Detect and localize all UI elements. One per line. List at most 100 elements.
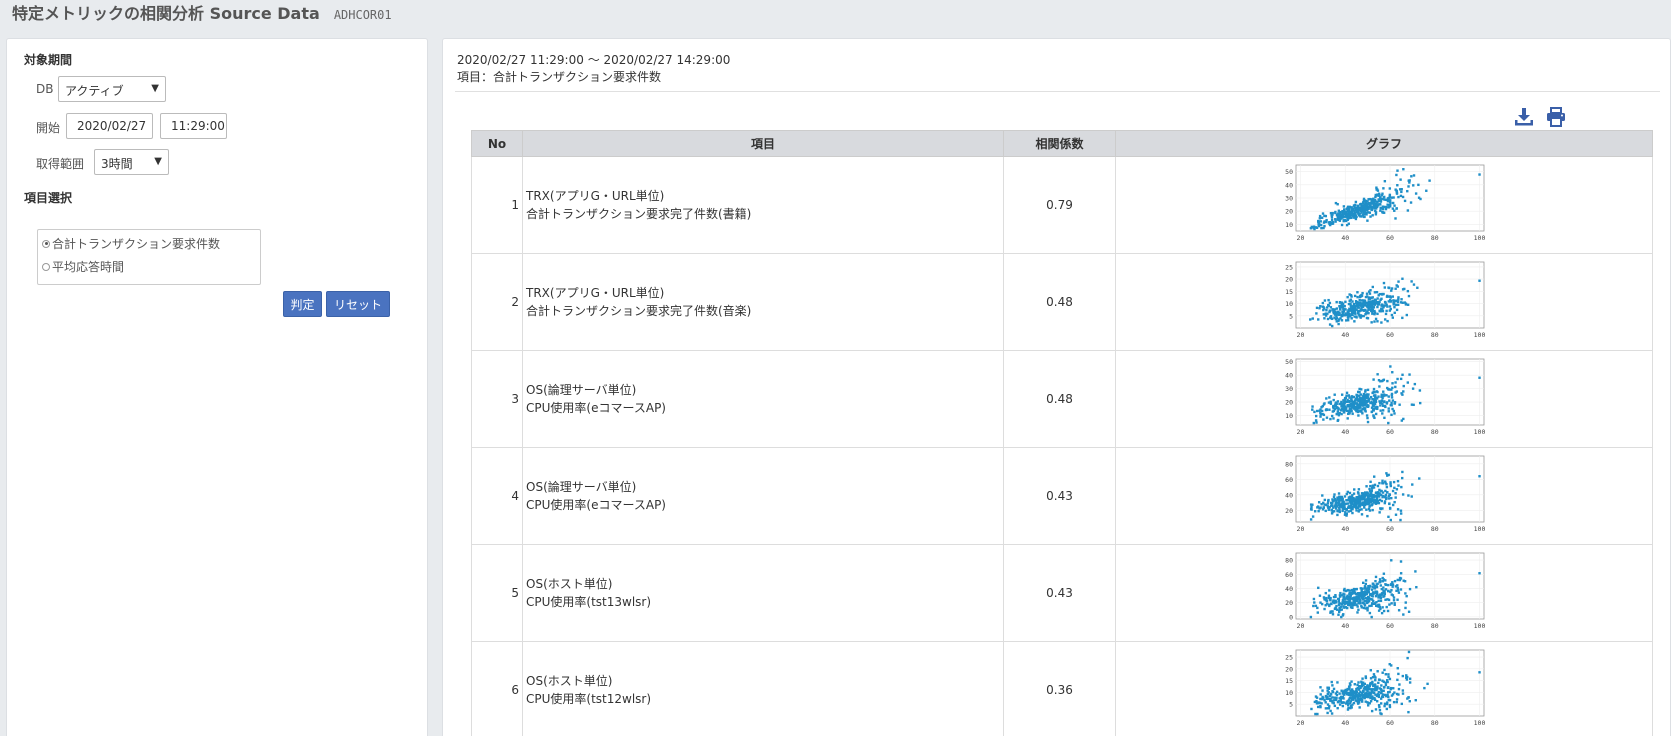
filter-panel: 対象期間 DB アクティブ ▼ 開始 2020/02/27 11:29:00 取… [6, 38, 428, 736]
scatter-point [1378, 580, 1381, 584]
scatter-point [1478, 279, 1481, 282]
scatter-point [1380, 587, 1383, 591]
scatter-point [1399, 588, 1403, 591]
scatter-point [1352, 492, 1356, 495]
print-icon[interactable] [1546, 107, 1566, 127]
scatter-point [1377, 379, 1381, 382]
row-graph[interactable]: 80 60 40 20 0 20 40 60 80 100 [1115, 544, 1653, 642]
scatter-point [1333, 312, 1336, 315]
scatter-point [1327, 506, 1330, 509]
scatter-point [1317, 509, 1320, 513]
scatter-point [1334, 220, 1337, 223]
row-graph[interactable]: 50 40 30 20 10 20 40 60 80 100 [1115, 350, 1653, 448]
row-graph[interactable]: 50 40 30 20 10 20 40 60 80 100 [1115, 156, 1653, 254]
scatter-point [1348, 686, 1351, 689]
scatter-point [1364, 579, 1368, 582]
scatter-point [1395, 700, 1398, 704]
scatter-point [1339, 697, 1342, 701]
scatter-point [1362, 504, 1366, 507]
scatter-point [1381, 576, 1384, 580]
scatter-point [1359, 309, 1362, 312]
scatter-point [1327, 707, 1331, 710]
scatter-point [1361, 689, 1365, 693]
row-item-category: OS(論理サーバ単位) [526, 480, 637, 494]
row-graph[interactable]: 25 20 15 10 5 20 40 60 80 100 [1115, 641, 1653, 736]
scatter-point [1322, 418, 1325, 421]
scatter-point [1394, 513, 1398, 516]
scatter-point [1322, 313, 1325, 316]
scatter-point [1341, 302, 1344, 305]
scatter-point [1331, 613, 1335, 616]
radio-unchecked-icon [42, 262, 50, 271]
x-tick-label: 80 [1431, 525, 1439, 533]
row-coefficient: 0.48 [1003, 253, 1116, 351]
scatter-chart: 50 40 30 20 10 20 40 60 80 100 [1285, 164, 1485, 242]
scatter-point [1397, 609, 1401, 612]
scatter-point [1319, 693, 1322, 696]
scatter-point [1417, 183, 1420, 187]
range-select[interactable]: 3時間 ▼ [94, 149, 169, 175]
scatter-point [1344, 215, 1347, 218]
scatter-point [1389, 365, 1392, 368]
start-date-input[interactable]: 2020/02/27 [66, 113, 153, 139]
judge-button[interactable]: 判定 [283, 291, 322, 317]
scatter-point [1396, 303, 1400, 307]
download-icon[interactable] [1514, 107, 1534, 127]
scatter-point [1374, 579, 1377, 583]
scatter-point [1393, 412, 1396, 415]
scatter-point [1412, 174, 1416, 177]
scatter-point [1414, 192, 1418, 195]
scatter-point [1350, 697, 1354, 700]
reset-button[interactable]: リセット [326, 291, 390, 317]
radio-option-avg-response[interactable]: 平均応答時間 [42, 258, 124, 275]
scatter-point [1387, 515, 1390, 519]
scatter-point [1329, 709, 1332, 713]
scatter-point [1337, 497, 1341, 501]
table-row: 6 OS(ホスト単位) CPU使用率(tst12wlsr) 0.36 25 20 15 10 5… [471, 641, 1653, 736]
scatter-point [1354, 505, 1357, 508]
scatter-point [1374, 412, 1378, 416]
scatter-point [1385, 605, 1388, 609]
scatter-point [1407, 710, 1410, 714]
scatter-point [1336, 681, 1339, 684]
scatter-point [1380, 684, 1383, 687]
scatter-point [1363, 604, 1367, 607]
scatter-point [1345, 223, 1349, 227]
scatter-point [1360, 409, 1363, 412]
scatter-point [1337, 597, 1341, 601]
scatter-point [1388, 298, 1392, 302]
row-graph[interactable]: 80 60 40 20 20 40 60 80 100 [1115, 447, 1653, 545]
scatter-point [1309, 518, 1313, 521]
scatter-point [1334, 210, 1337, 214]
scatter-point [1360, 314, 1363, 318]
scatter-point [1331, 498, 1334, 501]
row-item: TRX(アプリG・URL単位) 合計トランザクション要求完了件数(音楽) [522, 253, 1004, 351]
scatter-point [1383, 594, 1386, 598]
scatter-point [1314, 419, 1318, 422]
scatter-point [1349, 694, 1352, 697]
scatter-point [1364, 676, 1368, 680]
row-graph[interactable]: 25 20 15 10 5 20 40 60 80 100 [1115, 253, 1653, 351]
scatter-point [1342, 596, 1345, 600]
radio-option-total-trx[interactable]: 合計トランザクション要求件数 [42, 235, 220, 252]
scatter-point [1364, 295, 1368, 299]
scatter-point [1333, 704, 1337, 708]
scatter-point [1377, 294, 1380, 297]
x-tick-label: 40 [1341, 525, 1349, 533]
scatter-point [1341, 695, 1345, 699]
scatter-point [1346, 295, 1349, 299]
scatter-point [1410, 495, 1413, 498]
scatter-point [1396, 667, 1399, 670]
scatter-point [1366, 704, 1370, 707]
scatter-point [1352, 601, 1355, 604]
db-select[interactable]: アクティブ ▼ [58, 76, 166, 102]
scatter-point [1402, 613, 1405, 616]
scatter-point [1311, 317, 1314, 320]
start-time-input[interactable]: 11:29:00 [160, 113, 227, 139]
title-bar: 特定メトリックの相関分析 Source Data ADHCOR01 [12, 0, 392, 24]
scatter-point [1327, 298, 1330, 302]
scatter-point [1328, 309, 1332, 312]
scatter-point [1478, 376, 1481, 379]
scatter-point [1361, 291, 1364, 295]
scatter-point [1345, 702, 1348, 705]
